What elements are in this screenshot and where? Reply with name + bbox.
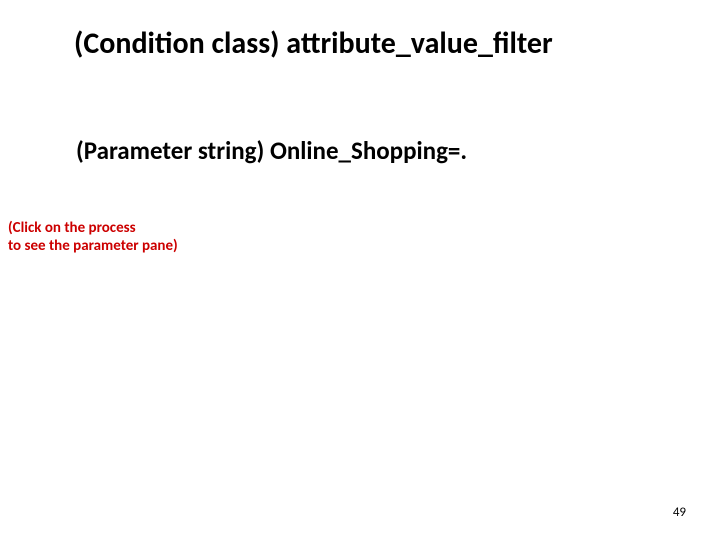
slide-title: (Condition class) attribute_value_filter [74,25,553,62]
hint-line-1: (Click on the process [8,219,136,237]
hint-line-2: to see the parameter pane) [8,237,178,255]
hint-text: (Click on the process to see the paramet… [8,219,178,255]
slide-subtitle: (Parameter string) Online_Shopping=. [76,135,467,166]
page-number: 49 [673,505,686,520]
